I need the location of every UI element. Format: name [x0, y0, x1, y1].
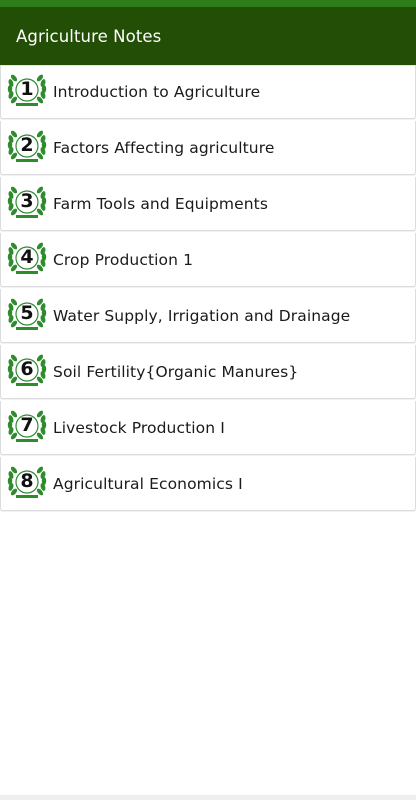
topic-label: Factors Affecting agriculture [53, 138, 275, 157]
laurel-wreath-icon: 5 [5, 294, 49, 338]
topic-item-6[interactable]: 6 Soil Fertility{Organic Manures} [0, 345, 416, 399]
app-screen: Agriculture Notes 1 Introduction to Agri… [0, 0, 416, 800]
topic-item-7[interactable]: 7 Livestock Production I [0, 401, 416, 455]
topic-item-5[interactable]: 5 Water Supply, Irrigation and Drainage [0, 289, 416, 343]
status-bar [0, 0, 416, 7]
topic-number: 7 [20, 413, 34, 436]
topic-item-3[interactable]: 3 Farm Tools and Equipments [0, 177, 416, 231]
topic-item-1[interactable]: 1 Introduction to Agriculture [0, 65, 416, 119]
topic-list: 1 Introduction to Agriculture 2 Factors … [0, 65, 416, 513]
topic-label: Farm Tools and Equipments [53, 194, 269, 213]
laurel-wreath-icon: 3 [5, 182, 49, 226]
topic-item-8[interactable]: 8 Agricultural Economics I [0, 457, 416, 511]
topic-label: Water Supply, Irrigation and Drainage [53, 306, 351, 325]
laurel-wreath-icon: 1 [5, 70, 49, 114]
topic-number: 5 [20, 301, 34, 324]
laurel-wreath-icon: 4 [5, 238, 49, 282]
topic-label: Livestock Production I [53, 418, 225, 437]
laurel-wreath-icon: 2 [5, 126, 49, 170]
topic-number: 8 [20, 469, 34, 492]
topic-item-2[interactable]: 2 Factors Affecting agriculture [0, 121, 416, 175]
laurel-wreath-icon: 8 [5, 462, 49, 506]
bottom-edge [0, 795, 416, 800]
topic-number: 4 [20, 245, 34, 268]
topic-number: 6 [20, 357, 34, 380]
topic-item-4[interactable]: 4 Crop Production 1 [0, 233, 416, 287]
topic-number: 3 [20, 189, 34, 212]
topic-number: 2 [20, 133, 34, 156]
topic-label: Introduction to Agriculture [53, 83, 261, 101]
toolbar-title: Agriculture Notes [16, 26, 162, 46]
topic-label: Soil Fertility{Organic Manures} [53, 362, 299, 381]
topic-number: 1 [20, 78, 34, 100]
topic-label: Crop Production 1 [53, 250, 194, 269]
laurel-wreath-icon: 7 [5, 406, 49, 450]
app-toolbar: Agriculture Notes [0, 7, 416, 65]
topic-label: Agricultural Economics I [53, 474, 243, 493]
laurel-wreath-icon: 6 [5, 350, 49, 394]
